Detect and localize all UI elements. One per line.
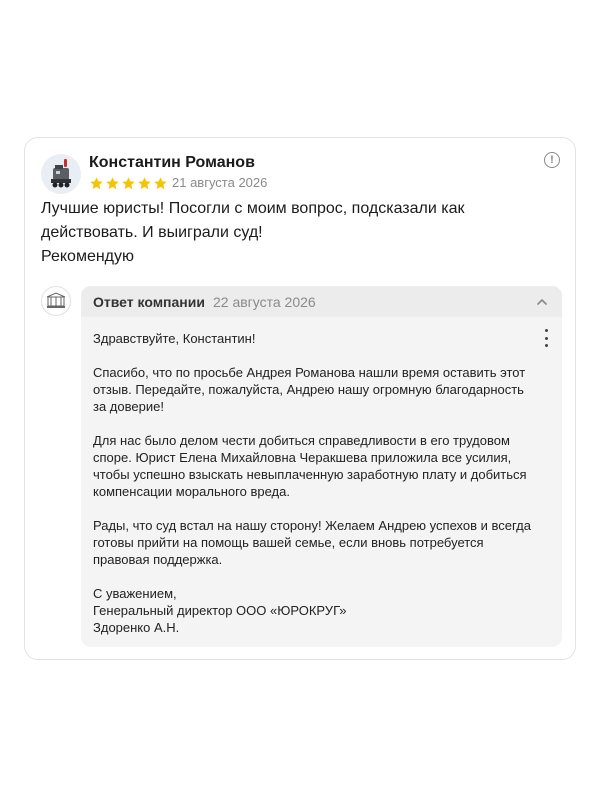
reply-line: Генеральный директор ООО «ЮРОКРУГ» <box>93 603 347 618</box>
reply-line: готовы прийти на помощь вашей семье, есл… <box>93 535 484 550</box>
star-icon <box>122 177 135 190</box>
star-icon <box>138 177 151 190</box>
reply-line: компенсации морального вреда. <box>93 484 290 499</box>
review-text-line: действовать. И выиграли суд! <box>41 224 263 241</box>
avatar-image <box>51 159 71 188</box>
report-button[interactable]: ! <box>544 152 560 168</box>
review-text: Лучшие юристы! Посогли с моим вопрос, по… <box>41 197 511 269</box>
reply-paragraph: Для нас было делом чести добиться справе… <box>93 432 533 500</box>
reply-line: С уважением, <box>93 586 177 601</box>
avatar[interactable] <box>41 154 81 194</box>
chevron-up-icon[interactable] <box>536 296 548 308</box>
reply-body: Здравствуйте, Константин! Спасибо, что по… <box>93 330 533 636</box>
review-card: Константин Романов 21 августа 2026 ! Луч… <box>24 137 576 660</box>
reply-line: Для нас было делом чести добиться справе… <box>93 433 510 448</box>
review-date: 21 августа 2026 <box>172 175 268 190</box>
reply-line: правовая поддержка. <box>93 552 223 567</box>
review-author[interactable]: Константин Романов <box>89 154 255 172</box>
company-logo <box>41 286 71 316</box>
reply-line: за доверие! <box>93 399 164 414</box>
reply-title: Ответ компании <box>93 293 205 310</box>
reply-line: Спасибо, что по просьбе Андрея Романова … <box>93 365 526 380</box>
reply-line: Здоренко А.Н. <box>93 620 180 635</box>
company-reply: Ответ компании 22 августа 2026 Здравству… <box>81 286 562 647</box>
reply-paragraph: Спасибо, что по просьбе Андрея Романова … <box>93 364 533 415</box>
star-icon <box>90 177 103 190</box>
reply-paragraph: Рады, что суд встал на нашу сторону! Жел… <box>93 517 533 568</box>
exclamation-circle-icon: ! <box>550 153 554 166</box>
review-text-line: Лучшие юристы! Посогли с моим вопрос, по… <box>41 200 465 217</box>
star-icon <box>106 177 119 190</box>
reply-line: споре. Юрист Елена Михайловна Черакшева … <box>93 450 512 465</box>
reply-line: Рады, что суд встал на нашу сторону! Жел… <box>93 518 531 533</box>
reply-header[interactable]: Ответ компании 22 августа 2026 <box>81 286 562 317</box>
star-icon <box>154 177 167 190</box>
reply-date: 22 августа 2026 <box>212 293 316 310</box>
rating-stars <box>89 176 168 191</box>
review-text-line: Рекомендую <box>41 248 135 265</box>
reply-paragraph: Здравствуйте, Константин! <box>93 330 533 347</box>
reply-paragraph: С уважением, Генеральный директор ООО «ЮР… <box>93 585 533 636</box>
reply-line: чтобы успешно взыскать невыплаченную зар… <box>93 467 527 482</box>
reply-line: отзыв. Передайте, пожалуйста, Андрею наш… <box>93 382 524 397</box>
reply-line: Здравствуйте, Константин! <box>93 331 256 346</box>
company-logo-image <box>46 292 66 308</box>
kebab-menu-icon[interactable] <box>544 329 548 347</box>
